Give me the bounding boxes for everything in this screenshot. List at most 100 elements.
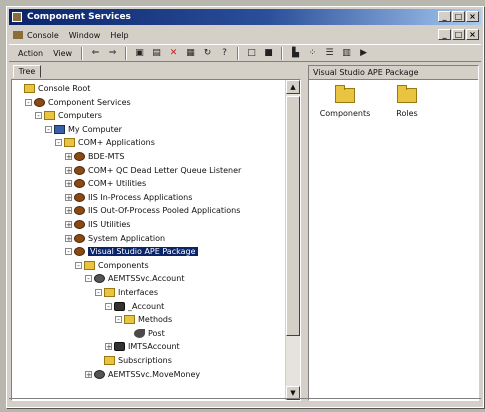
roles-label: Roles <box>396 109 418 118</box>
collapse-icon[interactable]: - <box>75 261 82 269</box>
up-folder-icon[interactable]: ▣ <box>133 47 146 59</box>
tree-node[interactable]: Post <box>125 327 165 340</box>
child-close-button[interactable]: × <box>466 29 479 40</box>
tree-node[interactable]: - Component Services <box>25 96 131 109</box>
menu-console[interactable]: Console <box>13 31 59 40</box>
tree-node[interactable]: - Computers <box>35 109 102 122</box>
list-icon[interactable]: ☰ <box>323 47 336 59</box>
expand-icon[interactable]: + <box>65 207 72 215</box>
tree-node[interactable]: + IIS Utilities <box>65 218 130 231</box>
details-icon[interactable]: ▥ <box>340 47 353 59</box>
components-item[interactable]: Components <box>315 85 375 118</box>
refresh-icon[interactable]: ↻ <box>201 47 214 59</box>
interface-icon <box>114 301 125 311</box>
minimize-button[interactable]: _ <box>438 11 451 22</box>
tree-node[interactable]: + COM+ Utilities <box>65 177 146 190</box>
forward-icon[interactable]: ⇒ <box>106 47 119 59</box>
folder-icon <box>397 85 417 103</box>
scroll-thumb[interactable] <box>286 96 300 336</box>
delete-icon[interactable]: ✕ <box>167 47 180 59</box>
tree-node-label: My Computer <box>68 124 122 134</box>
tree-node-label: Post <box>148 328 165 338</box>
tree-scrollbar[interactable]: ▲ ▼ <box>285 80 300 400</box>
properties-icon[interactable]: ▦ <box>184 47 197 59</box>
expand-icon[interactable]: + <box>65 234 72 242</box>
scroll-up-button[interactable]: ▲ <box>286 80 300 94</box>
close-button[interactable]: × <box>466 11 479 22</box>
tree-node[interactable]: Console Root <box>15 82 90 95</box>
toolbar-separator <box>81 46 84 60</box>
expand-icon[interactable]: + <box>65 180 72 188</box>
large-icons-icon[interactable]: ▙ <box>289 47 302 59</box>
collapse-icon[interactable]: - <box>95 289 102 297</box>
tree-node[interactable]: - Components <box>75 259 149 272</box>
components-label: Components <box>319 109 371 118</box>
tree-node-label: AEMTSSvc.MoveMoney <box>108 369 201 379</box>
collapse-icon[interactable]: - <box>65 248 72 256</box>
application-icon <box>74 165 85 175</box>
tree-node[interactable]: + IIS Out-Of-Process Pooled Applications <box>65 204 240 217</box>
toolbar-separator <box>281 46 284 60</box>
expand-icon[interactable]: + <box>65 166 72 174</box>
tree-node[interactable]: - My Computer <box>45 123 122 136</box>
tree-node-label: IIS Out-Of-Process Pooled Applications <box>88 206 241 216</box>
action-menu[interactable]: Action <box>15 49 46 58</box>
play-icon[interactable]: ▶ <box>357 47 370 59</box>
tree-node[interactable]: + System Application <box>65 232 165 245</box>
expand-icon[interactable]: + <box>65 193 72 201</box>
tree-node[interactable]: + AEMTSSvc.MoveMoney <box>85 368 200 381</box>
back-icon[interactable]: ⇐ <box>89 47 102 59</box>
maximize-button[interactable]: □ <box>452 11 465 22</box>
tree-node-label: COM+ QC Dead Letter Queue Listener <box>88 165 242 175</box>
tree-node[interactable]: - Visual Studio APE Package <box>65 245 198 258</box>
tree-node[interactable]: - Methods <box>115 313 172 326</box>
roles-item[interactable]: Roles <box>377 85 437 118</box>
tree-node-label: Components <box>98 260 149 270</box>
tree-node-label: IIS In-Process Applications <box>88 192 193 202</box>
expand-icon[interactable]: + <box>65 153 72 161</box>
toolbar-separator <box>125 46 128 60</box>
collapse-icon[interactable]: - <box>85 275 92 283</box>
collapse-icon[interactable]: - <box>115 316 122 324</box>
collapse-icon[interactable]: - <box>105 302 112 310</box>
child-maximize-button[interactable]: □ <box>452 29 465 40</box>
expand-icon[interactable]: + <box>85 370 92 378</box>
tree-node[interactable]: - AEMTSSvc.Account <box>85 272 184 285</box>
collapse-icon[interactable]: - <box>25 98 32 106</box>
application-icon <box>74 179 85 189</box>
view-menu[interactable]: View <box>50 49 75 58</box>
tree-node[interactable]: + IMTSAccount <box>105 340 180 353</box>
tree-node-label: IMTSAccount <box>128 342 180 352</box>
tree-node[interactable]: Subscriptions <box>95 354 172 367</box>
collapse-icon[interactable]: - <box>55 139 62 147</box>
collapse-icon[interactable]: - <box>45 125 52 133</box>
tree-node[interactable]: - COM+ Applications <box>55 136 155 149</box>
pane-splitter[interactable] <box>303 65 307 401</box>
tree-node[interactable]: + BDE-MTS <box>65 150 124 163</box>
title-bar[interactable]: Component Services _ □ × <box>9 9 481 25</box>
window-title: Component Services <box>27 12 131 22</box>
toolbar: Action View ⇐ ⇒ ▣ ▤ ✕ ▦ ↻ ? □ ■ ▙ ⁘ ☰ ▥ … <box>9 44 481 62</box>
menu-window[interactable]: Window <box>69 31 101 40</box>
folder-icon <box>24 84 35 93</box>
application-icon <box>74 247 85 257</box>
app-window: Component Services _ □ × Console Window … <box>6 6 484 408</box>
application-icon <box>74 233 85 243</box>
details-pane: Visual Studio APE Package Components Rol… <box>308 65 479 401</box>
tree-node[interactable]: + COM+ QC Dead Letter Queue Listener <box>65 164 241 177</box>
child-minimize-button[interactable]: _ <box>438 29 451 40</box>
tree-node[interactable]: - _Account <box>105 300 164 313</box>
tree-node[interactable]: + IIS In-Process Applications <box>65 191 192 204</box>
folder-icon <box>335 85 355 103</box>
expand-icon[interactable]: + <box>105 343 112 351</box>
collapse-icon[interactable]: - <box>35 112 42 120</box>
help-icon[interactable]: ? <box>218 47 231 59</box>
show-hide-tree-icon[interactable]: ▤ <box>150 47 163 59</box>
small-icons-icon[interactable]: ⁘ <box>306 47 319 59</box>
tree-node[interactable]: - Interfaces <box>95 286 158 299</box>
expand-icon[interactable]: + <box>65 221 72 229</box>
menu-help[interactable]: Help <box>110 31 128 40</box>
new-window-icon[interactable]: □ <box>245 47 258 59</box>
stop-icon[interactable]: ■ <box>262 47 275 59</box>
tab-tree[interactable]: Tree <box>13 65 41 78</box>
